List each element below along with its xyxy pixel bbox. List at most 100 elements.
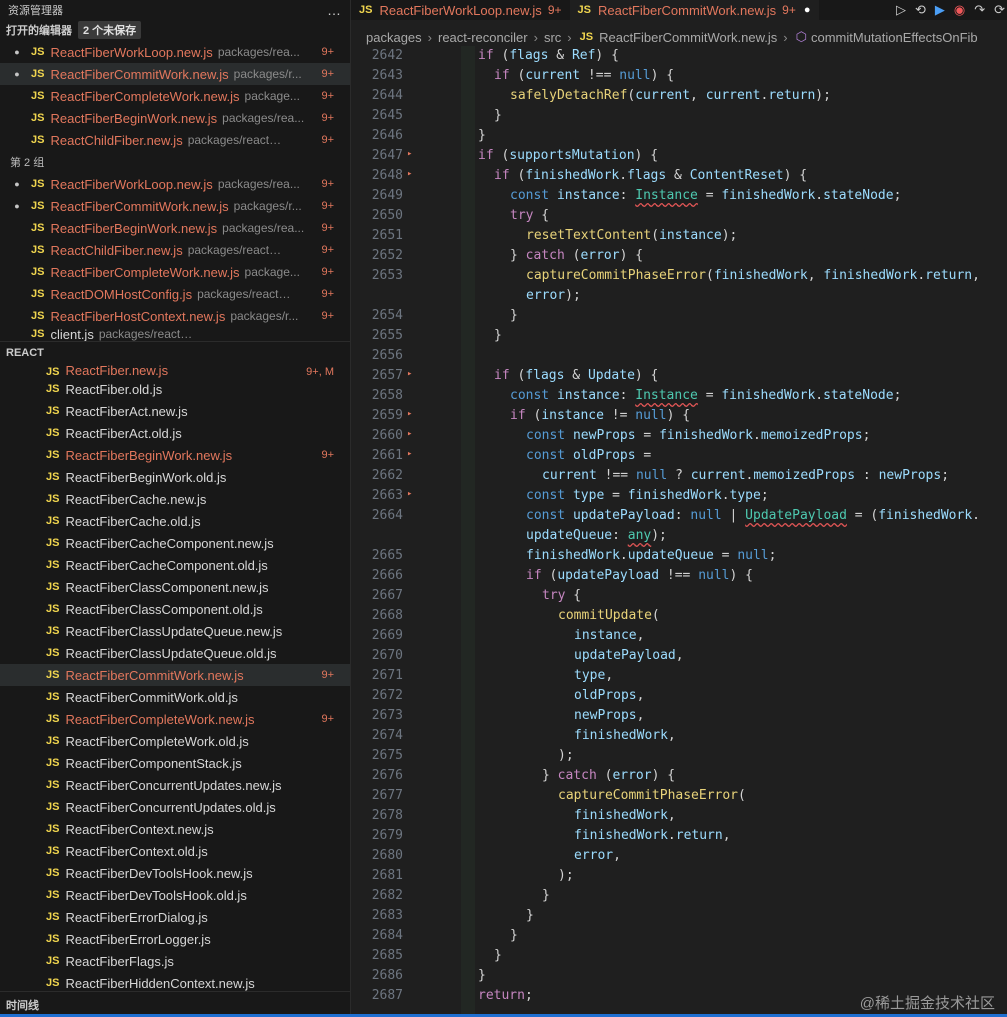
file-tree-item[interactable]: JS ReactFiberCacheComponent.old.js [0, 554, 350, 576]
code-text: current !== null ? current.memoizedProps… [430, 466, 949, 486]
more-actions-icon[interactable]: … [327, 2, 342, 18]
code-token: stateNode [823, 388, 894, 403]
file-tree-item[interactable]: JS ReactFiberErrorDialog.js [0, 906, 350, 928]
open-editor-item[interactable]: ● JS ReactFiberWorkLoop.new.js packages/rea… [0, 173, 350, 195]
line-number: 2668 [371, 608, 403, 623]
open-editor-item[interactable]: ● JS ReactFiberWorkLoop.new.js packages/rea… [0, 41, 350, 63]
history-icon[interactable]: ⟲ [915, 2, 926, 18]
open-editor-item[interactable]: ● JS ReactFiberCommitWork.new.js packages/r… [0, 195, 350, 217]
open-editor-item[interactable]: JS ReactFiberBeginWork.new.js packages/rea… [0, 107, 350, 129]
code-token: catch [525, 248, 565, 263]
code-text: const oldProps = [430, 446, 651, 466]
file-tree-item[interactable]: JS ReactFiberClassComponent.old.js [0, 598, 350, 620]
code-token: null [698, 568, 730, 583]
open-editor-item[interactable]: JS ReactFiberHostContext.new.js packages/r… [0, 305, 350, 327]
restart-icon[interactable]: ⟳ [994, 2, 1005, 18]
file-tree-item[interactable]: JS ReactFiberContext.old.js [0, 840, 350, 862]
code-line: 2653 captureCommitPhaseError(finishedWork… [351, 266, 1007, 286]
gutter [403, 886, 430, 906]
file-tree-item[interactable]: JS ReactFiberFlags.js [0, 950, 350, 972]
file-tree-item[interactable]: JS ReactFiberConcurrentUpdates.new.js [0, 774, 350, 796]
unsaved-dot-icon[interactable]: ● [804, 4, 811, 16]
code-token: flags [627, 168, 667, 183]
code-token: ) { [729, 568, 753, 583]
file-tree-item[interactable]: JS ReactFiber.old.js [0, 378, 350, 400]
code-view[interactable]: 2642 if (flags & Ref) {2643 if (current !=… [351, 46, 1007, 1006]
breadcrumb-symbol[interactable]: commitMutationEffectsOnFib [811, 30, 978, 45]
code-token: current [635, 88, 691, 103]
line-number: 2658 [371, 388, 403, 403]
line-number: 2684 [371, 928, 403, 943]
open-editor-item[interactable]: JS ReactFiberCompleteWork.new.js package..… [0, 85, 350, 107]
code-line: 2673 newProps, [351, 706, 1007, 726]
open-editor-item[interactable]: JS ReactFiberBeginWork.new.js packages/rea… [0, 217, 350, 239]
file-tree-item[interactable]: JS ReactFiberCommitWork.old.js [0, 686, 350, 708]
file-tree-item[interactable]: JS ReactFiberDevToolsHook.old.js [0, 884, 350, 906]
open-editor-item[interactable]: JS client.js packages/react-dom [0, 327, 350, 341]
file-tree-item[interactable]: JS ReactFiberBeginWork.old.js [0, 466, 350, 488]
code-token: null [690, 508, 722, 523]
breadcrumb-part[interactable]: src [544, 30, 561, 45]
code-text: } [430, 946, 502, 966]
code-token: } [542, 768, 558, 783]
file-tree-item[interactable]: JS ReactFiberCommitWork.new.js 9+ [0, 664, 350, 686]
code-token: ( [509, 368, 526, 383]
breadcrumb-part[interactable]: react-reconciler [438, 30, 528, 45]
breadcrumb-file[interactable]: JS ReactFiberCommitWork.new.js [578, 30, 778, 45]
step-over-icon[interactable]: ↷ [974, 2, 985, 18]
run-icon[interactable]: ▶ [935, 2, 945, 18]
file-tree-item[interactable]: JS ReactFiberContext.new.js [0, 818, 350, 840]
gutter [403, 46, 430, 66]
file-tree-item[interactable]: JS ReactFiberCacheComponent.new.js [0, 532, 350, 554]
line-number: 2687 [371, 988, 403, 1003]
file-tree-item[interactable]: JS ReactFiberErrorLogger.js [0, 928, 350, 950]
file-name: ReactFiberBeginWork.old.js [65, 469, 227, 485]
breadcrumb-part[interactable]: packages [366, 30, 422, 45]
run-outline-icon[interactable]: ▷ [896, 2, 906, 18]
file-tree-item[interactable]: JS ReactFiberConcurrentUpdates.old.js [0, 796, 350, 818]
open-editor-item[interactable]: ● JS ReactFiberCommitWork.new.js packages/r… [0, 63, 350, 85]
code-line: 2654} [351, 306, 1007, 326]
code-text: } [430, 106, 502, 126]
file-tree-item[interactable]: JS ReactFiberClassComponent.new.js [0, 576, 350, 598]
file-tree-item[interactable]: JS ReactFiberAct.old.js [0, 422, 350, 444]
folder-section-header[interactable]: REACT [0, 341, 350, 364]
file-tree-item[interactable]: JS ReactFiberCache.new.js [0, 488, 350, 510]
file-tree-item[interactable]: JS ReactFiberAct.new.js [0, 400, 350, 422]
file-tree-item[interactable]: JS ReactFiberDevToolsHook.new.js [0, 862, 350, 884]
file-name: ReactChildFiber.new.js [50, 132, 183, 148]
file-tree-item[interactable]: JS ReactFiberCache.old.js [0, 510, 350, 532]
file-tree-item[interactable]: JS ReactFiberBeginWork.new.js 9+ [0, 444, 350, 466]
js-file-icon: JS [46, 581, 60, 593]
open-editor-item[interactable]: JS ReactChildFiber.new.js packages/react-r… [0, 239, 350, 261]
file-name: ReactFiberCache.old.js [65, 513, 201, 529]
file-name: ReactFiberAct.new.js [65, 403, 188, 419]
code-token: if [526, 568, 542, 583]
explorer-header: 资源管理器 … [0, 0, 350, 19]
code-token: ( [525, 408, 542, 423]
code-token: ( [509, 168, 526, 183]
file-tree-item[interactable]: JS ReactFiberCompleteWork.new.js 9+ [0, 708, 350, 730]
open-editors-header[interactable]: 打开的编辑器 2 个未保存 [0, 19, 350, 41]
code-token: try [510, 208, 534, 223]
file-tree-item[interactable]: JS ReactFiberCompleteWork.old.js [0, 730, 350, 752]
file-tree-item[interactable]: JS ReactFiberClassUpdateQueue.old.js [0, 642, 350, 664]
editor-tab[interactable]: JS ReactFiberWorkLoop.new.js 9+ [351, 0, 570, 20]
file-tree-item[interactable]: JS ReactFiberClassUpdateQueue.new.js [0, 620, 350, 642]
open-editor-item[interactable]: JS ReactChildFiber.new.js packages/react-r… [0, 129, 350, 151]
code-token: , [636, 708, 645, 723]
open-editor-item[interactable]: JS ReactDOMHostConfig.js packages/react-d.… [0, 283, 350, 305]
code-token: & [666, 168, 690, 183]
file-tree-item[interactable]: JS ReactFiber.new.js 9+, M [0, 364, 350, 378]
file-tree-item[interactable]: JS ReactFiberComponentStack.js [0, 752, 350, 774]
code-token: ) { [634, 148, 659, 163]
open-editor-item[interactable]: JS ReactFiberCompleteWork.new.js package..… [0, 261, 350, 283]
code-token: . [815, 188, 824, 203]
code-token: try [542, 588, 566, 603]
code-token: instance [659, 228, 722, 243]
record-icon[interactable]: ◉ [954, 2, 965, 18]
code-token: ; [862, 428, 871, 443]
editor-tab[interactable]: JS ReactFiberCommitWork.new.js 9+ ● [569, 0, 819, 20]
code-text: } [430, 306, 518, 326]
